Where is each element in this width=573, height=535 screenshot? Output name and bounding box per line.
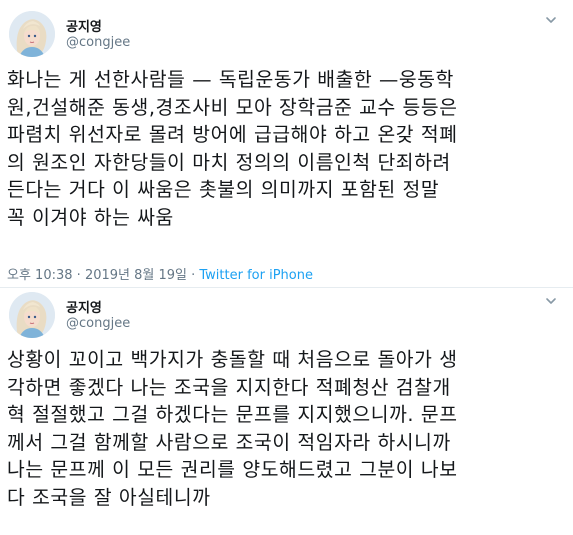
chevron-down-icon[interactable] — [545, 14, 557, 26]
chevron-down-icon[interactable] — [545, 295, 557, 307]
tweet-text: 상황이 꼬이고 백가지가 충돌할 때 처음으로 돌아가 생 각하면 좋겠다 나는… — [7, 348, 458, 509]
avatar[interactable] — [9, 11, 55, 57]
author-handle[interactable]: @congjee — [66, 316, 130, 331]
tweet-source-link[interactable]: Twitter for iPhone — [199, 268, 313, 283]
avatar[interactable] — [9, 292, 55, 338]
author-name[interactable]: 공지영 — [66, 16, 102, 35]
elsa-avatar-image — [9, 292, 55, 338]
meta-separator: · — [186, 268, 200, 283]
author-name[interactable]: 공지영 — [66, 297, 102, 316]
tweet-1: 공지영 @congjee 화나는 게 선한사람들 — 독립운동가 배출한 —웅동… — [0, 0, 573, 290]
author-handle[interactable]: @congjee — [66, 35, 130, 50]
tweet-time[interactable]: 오후 10:38 — [7, 268, 73, 283]
tweet-text: 화나는 게 선한사람들 — 독립운동가 배출한 —웅동학 원,건설해준 동생,경… — [7, 68, 458, 229]
meta-separator: · — [72, 268, 85, 283]
tweet-date[interactable]: 2019년 8월 19일 — [85, 268, 187, 283]
tweet-2: 공지영 @congjee 상황이 꼬이고 백가지가 충돌할 때 처음으로 돌아가… — [0, 288, 573, 535]
tweet-meta: 오후 10:38 · 2019년 8월 19일 · Twitter for iP… — [7, 264, 313, 283]
elsa-avatar-image — [9, 11, 55, 57]
